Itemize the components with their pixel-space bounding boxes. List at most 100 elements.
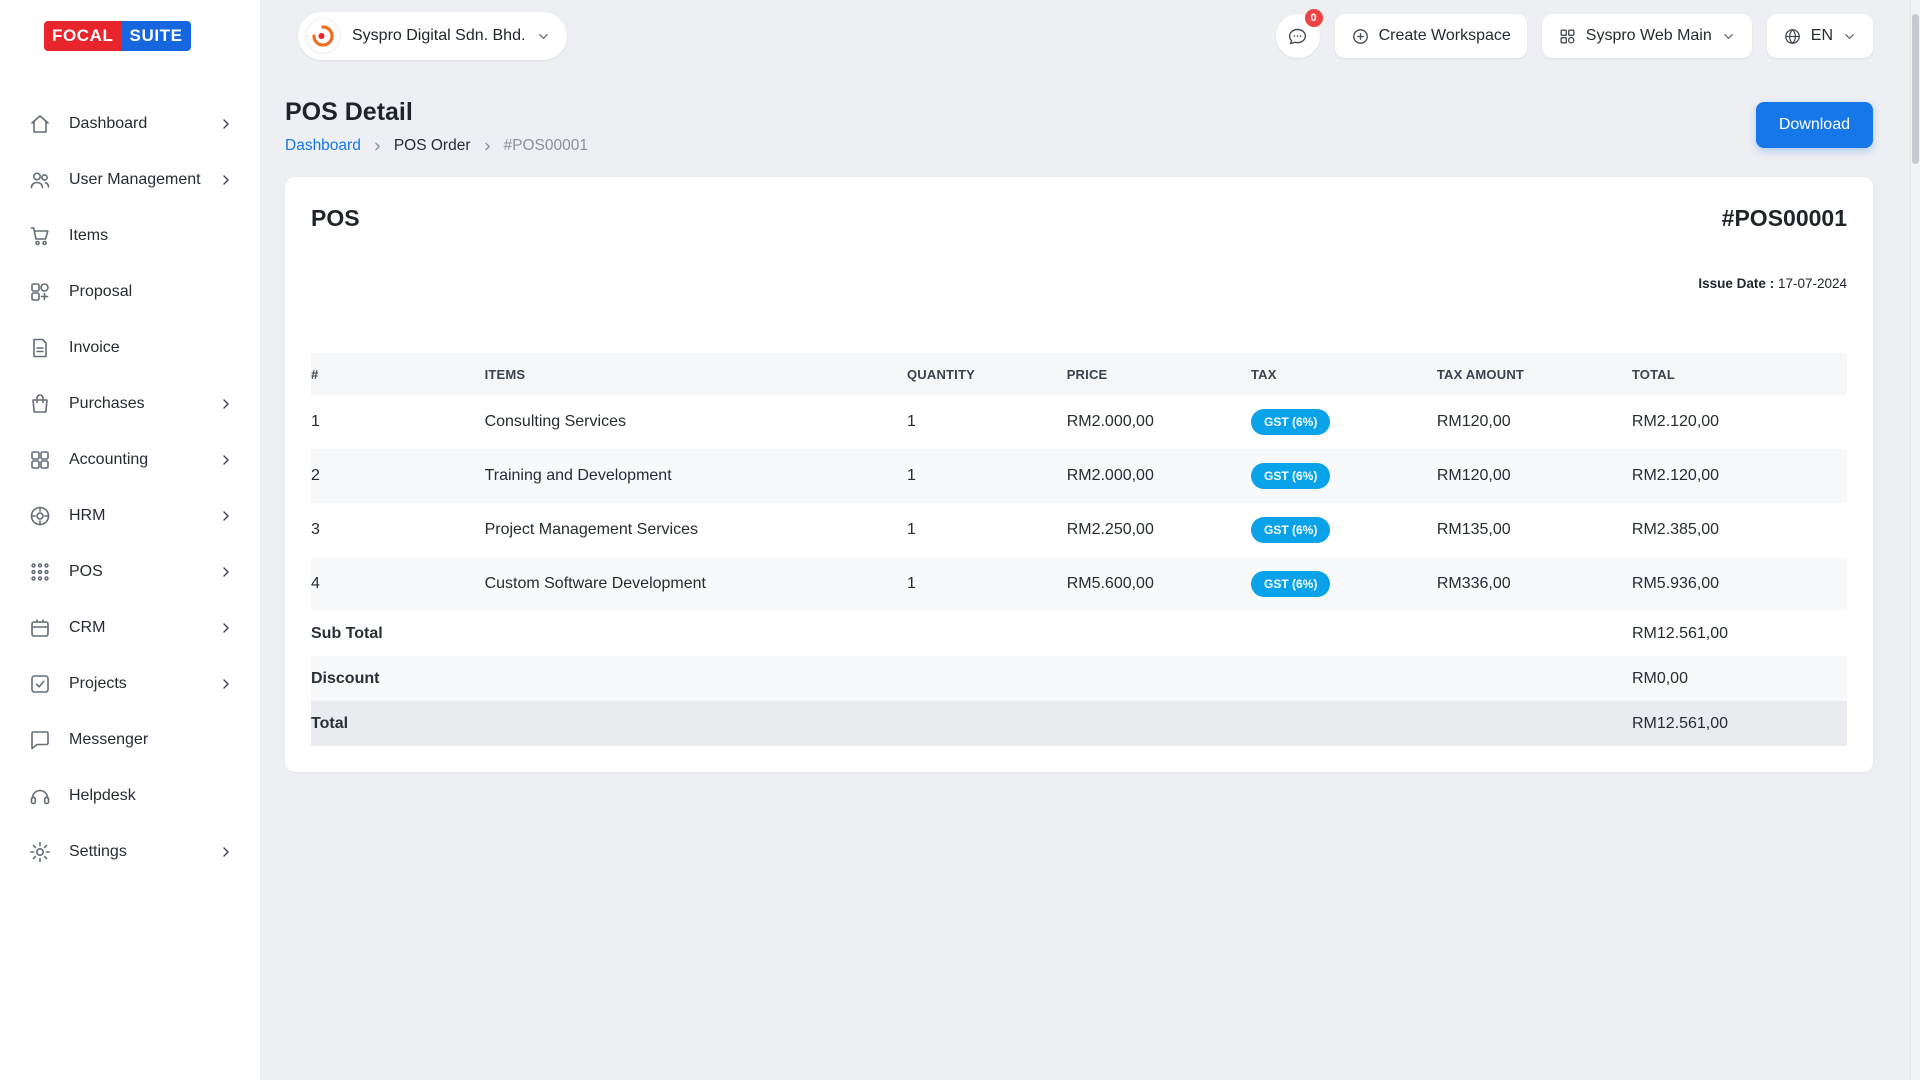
cell-tax-amount: RM336,00 — [1437, 575, 1632, 593]
pos-icon — [28, 560, 52, 584]
chevron-right-icon — [218, 844, 234, 860]
items-table: #ITEMSQUANTITYPRICETAXTAX AMOUNTTOTAL 1 … — [311, 353, 1847, 746]
summary-row-total: Total RM12.561,00 — [311, 701, 1847, 746]
cell-quantity: 1 — [907, 521, 1067, 539]
table-row: 3 Project Management Services 1 RM2.250,… — [311, 503, 1847, 557]
pos-number: #POS00001 — [1722, 205, 1847, 232]
column-header: TAX AMOUNT — [1437, 367, 1632, 382]
sidebar-item-invoice[interactable]: Invoice — [0, 320, 260, 376]
company-switcher[interactable]: Syspro Digital Sdn. Bhd. — [298, 12, 567, 60]
summary-value: RM12.561,00 — [1632, 625, 1847, 643]
topbar: Syspro Digital Sdn. Bhd. 0 Create Worksp… — [260, 0, 1910, 72]
cell-item: Consulting Services — [485, 413, 907, 431]
issue-date-value: 17-07-2024 — [1778, 276, 1847, 291]
issue-date-label: Issue Date : — [1698, 276, 1774, 291]
summary-value: RM0,00 — [1632, 670, 1847, 688]
sidebar-item-accounting[interactable]: Accounting — [0, 432, 260, 488]
cell-tax: GST (6%) — [1251, 517, 1437, 543]
scrollbar-thumb[interactable] — [1912, 14, 1919, 164]
cell-price: RM2.000,00 — [1067, 413, 1251, 431]
pos-detail-card: POS #POS00001 Issue Date : 17-07-2024 #I… — [285, 177, 1873, 772]
issue-date: Issue Date : 17-07-2024 — [311, 276, 1847, 291]
page-title: POS Detail — [285, 98, 588, 127]
cell-item: Custom Software Development — [485, 575, 907, 593]
messages-button[interactable]: 0 — [1276, 14, 1320, 58]
tax-badge: GST (6%) — [1251, 571, 1330, 597]
chevron-right-icon — [481, 140, 494, 153]
workspace-selector[interactable]: Syspro Web Main — [1542, 14, 1752, 58]
sidebar-nav: Dashboard User Management Items Proposal… — [0, 72, 260, 880]
globe-icon — [1783, 27, 1802, 46]
sidebar-item-label: Dashboard — [69, 115, 147, 133]
sidebar-item-label: HRM — [69, 507, 105, 525]
cell-quantity: 1 — [907, 413, 1067, 431]
sidebar-item-dashboard[interactable]: Dashboard — [0, 96, 260, 152]
column-header: QUANTITY — [907, 367, 1067, 382]
cell-tax-amount: RM120,00 — [1437, 413, 1632, 431]
cell-total: RM2.120,00 — [1632, 467, 1847, 485]
cell-no: 2 — [311, 467, 485, 485]
sidebar-item-helpdesk[interactable]: Helpdesk — [0, 768, 260, 824]
proposal-icon — [28, 280, 52, 304]
sidebar-item-user-management[interactable]: User Management — [0, 152, 260, 208]
sidebar-item-label: CRM — [69, 619, 105, 637]
cell-total: RM2.385,00 — [1632, 521, 1847, 539]
create-workspace-button[interactable]: Create Workspace — [1335, 14, 1527, 58]
chevron-right-icon — [218, 508, 234, 524]
cart-icon — [28, 224, 52, 248]
sidebar-item-pos[interactable]: POS — [0, 544, 260, 600]
sidebar-item-label: Proposal — [69, 283, 132, 301]
topbar-actions: 0 Create Workspace Syspro Web Main EN — [1276, 14, 1873, 58]
chat-icon — [1287, 26, 1308, 47]
cell-tax-amount: RM135,00 — [1437, 521, 1632, 539]
download-button[interactable]: Download — [1756, 102, 1873, 148]
table-row: 1 Consulting Services 1 RM2.000,00 GST (… — [311, 395, 1847, 449]
sidebar-item-label: Helpdesk — [69, 787, 136, 805]
sidebar-item-settings[interactable]: Settings — [0, 824, 260, 880]
cell-price: RM5.600,00 — [1067, 575, 1251, 593]
table-row: 4 Custom Software Development 1 RM5.600,… — [311, 557, 1847, 611]
brand-suite: SUITE — [122, 21, 191, 51]
language-selector[interactable]: EN — [1767, 14, 1873, 58]
main-content: POS Detail Dashboard POS Order #POS00001… — [260, 72, 1910, 1080]
sidebar-item-purchases[interactable]: Purchases — [0, 376, 260, 432]
language-code: EN — [1811, 27, 1833, 45]
cell-quantity: 1 — [907, 575, 1067, 593]
tax-badge: GST (6%) — [1251, 517, 1330, 543]
sidebar-item-label: Settings — [69, 843, 127, 861]
breadcrumb-dashboard-link[interactable]: Dashboard — [285, 137, 361, 155]
chevron-down-icon — [1721, 29, 1736, 44]
sidebar-item-label: Invoice — [69, 339, 120, 357]
home-icon — [28, 112, 52, 136]
pos-card-header: POS #POS00001 — [311, 205, 1847, 232]
chevron-right-icon — [218, 172, 234, 188]
create-workspace-label: Create Workspace — [1379, 27, 1511, 45]
sidebar: FOCAL SUITE Dashboard User Management It… — [0, 0, 260, 1080]
sidebar-item-hrm[interactable]: HRM — [0, 488, 260, 544]
table-summary: Sub Total RM12.561,00 Discount RM0,00 To… — [311, 611, 1847, 746]
notification-badge: 0 — [1305, 9, 1323, 27]
cell-price: RM2.250,00 — [1067, 521, 1251, 539]
column-header: ITEMS — [485, 367, 907, 382]
sidebar-item-projects[interactable]: Projects — [0, 656, 260, 712]
sidebar-item-items[interactable]: Items — [0, 208, 260, 264]
brand-focal: FOCAL — [44, 21, 122, 51]
hrm-icon — [28, 504, 52, 528]
cell-item: Project Management Services — [485, 521, 907, 539]
table-body: 1 Consulting Services 1 RM2.000,00 GST (… — [311, 395, 1847, 611]
sidebar-item-messenger[interactable]: Messenger — [0, 712, 260, 768]
cell-tax: GST (6%) — [1251, 463, 1437, 489]
tax-badge: GST (6%) — [1251, 409, 1330, 435]
chevron-right-icon — [218, 116, 234, 132]
chevron-down-icon — [536, 29, 551, 44]
column-header: TOTAL — [1632, 367, 1847, 382]
sidebar-item-proposal[interactable]: Proposal — [0, 264, 260, 320]
brand-logo[interactable]: FOCAL SUITE — [0, 0, 260, 72]
page-scrollbar[interactable] — [1910, 0, 1920, 1080]
sidebar-item-crm[interactable]: CRM — [0, 600, 260, 656]
cell-no: 3 — [311, 521, 485, 539]
summary-label: Sub Total — [311, 625, 1632, 643]
summary-value: RM12.561,00 — [1632, 715, 1847, 733]
projects-icon — [28, 672, 52, 696]
cell-price: RM2.000,00 — [1067, 467, 1251, 485]
